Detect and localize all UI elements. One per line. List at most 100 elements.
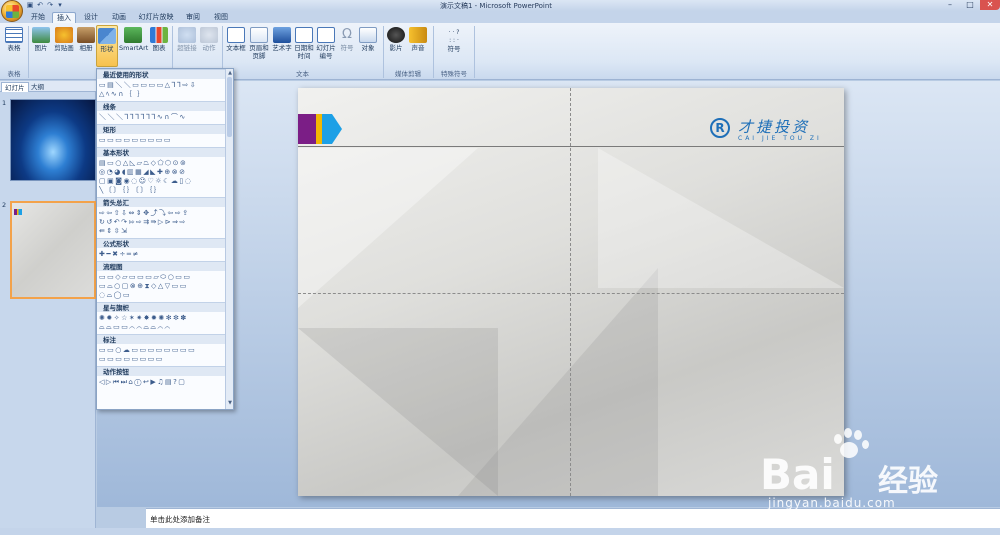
header-footer-button[interactable]: 页眉和页脚 [248,25,270,67]
textbox-button[interactable]: 文本框 [225,25,247,67]
minimize-button[interactable]: – [940,0,960,10]
slide-number-button[interactable]: 幻灯片编号 [315,25,337,67]
status-bar [0,528,1000,535]
movie-button[interactable]: 影片 [386,25,406,67]
shapes-button[interactable]: 形状 [96,25,118,67]
shape-row-basic-3[interactable]: ▢▣◙◉◌☺♡☼☾☁▯◌ [99,177,227,186]
scrollbar-thumb[interactable] [227,77,232,137]
close-button[interactable]: ✕ [980,0,1000,10]
group-label-media: 媒体剪辑 [395,70,421,78]
action-icon [200,27,218,43]
category-recent-shapes: 最近使用的形状 [97,69,225,79]
maximize-button[interactable]: □ [960,0,980,10]
category-stars-banners: 星与旗帜 [97,302,225,312]
shape-row-action-buttons[interactable]: ◁▷⏮⏭⌂ⓘ↩▶♫▤?▢ [99,378,227,387]
vertical-guide[interactable] [570,88,571,496]
undo-icon[interactable]: ↶ [36,1,44,9]
album-button[interactable]: 相册 [77,25,95,67]
slides-panel: 幻灯片 大纲 1 2 [0,81,96,535]
shape-row-basic-4[interactable]: ╲〔〕｛｝〔〕｛｝ [99,186,227,195]
tab-outline[interactable]: 大纲 [28,82,47,92]
action-button[interactable]: 动作 [200,25,218,67]
save-icon[interactable]: ▣ [26,1,34,9]
hyperlink-button[interactable]: 超链接 [175,25,199,67]
shape-row-equation[interactable]: ✚━✖÷═≠ [99,250,227,259]
company-name-en: CAI JIE TOU ZI [738,135,822,142]
table-button[interactable]: 表格 [3,25,25,67]
shape-row-callouts-1[interactable]: ▭▭○☁▭▭▭▭▭▭▭▭ [99,346,227,355]
picture-button[interactable]: 图片 [31,25,51,67]
tab-slides[interactable]: 幻灯片 [1,82,29,92]
group-label-special-symbols: 特殊符号 [441,70,467,78]
shape-row-basic-2[interactable]: ◎◔◕◖▥▦◢◣✚⊕⊗⊘ [99,168,227,177]
slide-number-2: 2 [2,201,7,209]
shape-row-stars-2[interactable]: ⌓⌓▭▭⌒⌒⌓⌓⌒⌒ [99,323,227,332]
tab-review[interactable]: 审阅 [182,12,204,23]
office-button[interactable] [1,0,23,22]
object-icon [359,27,377,43]
accent-bar-blue [322,114,332,144]
category-rectangles: 矩形 [97,124,225,134]
accent-bar-purple [298,114,316,144]
shape-row-arrows-1[interactable]: ⇨⇦⇧⇩⇔⇕✥⤴⤵⇦⇨⇪ [99,209,227,218]
film-reel-icon [387,27,405,43]
special-symbol-button[interactable]: · · ?: : · 符号 [436,25,472,67]
shape-row-arrows-3[interactable]: ⇚⇕⇳⇲ [99,227,227,236]
object-button[interactable]: 对象 [358,25,378,67]
customize-toolbar-icon[interactable]: ▾ [56,1,64,9]
sound-button[interactable]: 声音 [408,25,428,67]
redo-icon[interactable]: ↷ [46,1,54,9]
shape-row-flow-1[interactable]: ▭▭◇▱▭▭▭▱⬭○▭▭ [99,273,227,282]
horizontal-guide[interactable] [298,293,844,294]
chart-button[interactable]: 图表 [149,25,169,67]
tab-animation[interactable]: 动画 [108,12,130,23]
title-bar: ▣ ↶ ↷ ▾ 演示文稿1 - Microsoft PowerPoint – □… [0,0,1000,11]
shape-row-recent-2[interactable]: △ﾍ∿∩｛ ｝ [99,90,227,99]
panel-tabs: 幻灯片 大纲 [0,81,96,92]
wordart-button[interactable]: 艺术字 [271,25,293,67]
tab-design[interactable]: 设计 [80,12,102,23]
thumbnail-color-strip [14,209,22,215]
shape-row-stars-1[interactable]: ✺✹✧☆✶✷✸✹✺✻✼✽ [99,314,227,323]
datetime-button[interactable]: 日期和时间 [294,25,314,67]
group-separator [474,26,475,78]
scroll-down-icon[interactable]: ▼ [226,399,233,407]
symbol-button[interactable]: Ω 符号 [338,25,356,67]
slide-number-1: 1 [2,99,7,107]
tab-home[interactable]: 开始 [27,12,49,23]
scroll-up-icon[interactable]: ▲ [226,69,233,77]
group-separator [28,26,29,78]
background-facet [598,148,844,288]
picture-icon [32,27,50,43]
clipart-icon [55,27,73,43]
category-callouts: 标注 [97,334,225,344]
shape-row-arrows-2[interactable]: ↻↺↶↷⇰⇨⇉⇛▷⊳⇒⇨ [99,218,227,227]
category-flowchart: 流程图 [97,261,225,271]
menu-scrollbar[interactable]: ▲ ▼ [225,69,233,409]
smartart-button[interactable]: SmartArt [119,25,148,67]
company-logo-icon: R [710,118,730,138]
shape-row-rectangles[interactable]: ▭▭▭▭▭▭▭▭▭ [99,136,227,145]
table-icon [5,27,23,43]
watermark-brand: Bai [760,450,835,499]
tab-view[interactable]: 视图 [210,12,232,23]
accent-arrow [332,114,342,144]
slide-thumbnail-2[interactable] [10,201,96,299]
slide-thumbnail-1[interactable] [10,99,96,181]
company-name-cn: 才捷投资 [738,118,811,136]
album-icon [77,27,95,43]
punctuation-icon: · · ?: : · [448,29,460,44]
header-footer-icon [250,27,268,43]
clipart-button[interactable]: 剪贴画 [52,25,76,67]
tab-insert[interactable]: 插入 [52,12,76,23]
speaker-icon [409,27,427,43]
shape-row-flow-2[interactable]: ▭⌓○▢⊗⊕⧗◇△▽▭▭ [99,282,227,291]
shape-row-recent[interactable]: ▭▤＼＼▭▭▭▭△⅂⅂⇨⇩ [99,81,227,90]
shape-row-flow-3[interactable]: ◌⌓◯▭ [99,291,227,300]
group-separator [383,26,384,78]
shape-row-callouts-2[interactable]: ▭▭▭▭▭▭▭▭ [99,355,227,364]
tab-slideshow[interactable]: 幻灯片放映 [136,12,176,23]
textbox-icon [227,27,245,43]
shape-row-lines[interactable]: ＼＼＼⅂⅂⅂⅂⅂⅂∿∩⌒∿ [99,113,227,122]
shape-row-basic-1[interactable]: ▤▭○△◺▱⏢◇⬠⬡⊙⊚ [99,159,227,168]
